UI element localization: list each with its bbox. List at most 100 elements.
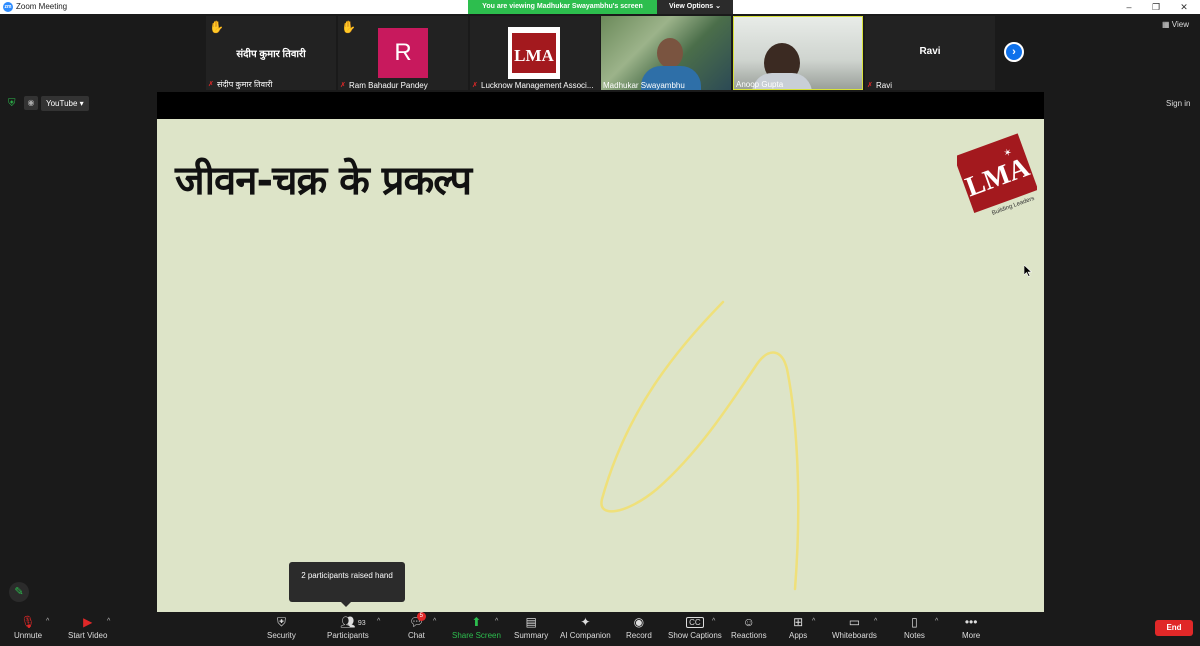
participants-caret-icon[interactable]: ^	[377, 618, 380, 625]
audio-options-caret-icon[interactable]: ^	[46, 618, 49, 625]
youtube-label: YouTube	[46, 99, 78, 108]
participant-name: Anoop Gupta	[736, 80, 784, 89]
view-options-label: View Options	[668, 3, 714, 10]
notes-label: Notes	[904, 631, 925, 640]
chat-icon: 💬︎ 5	[408, 612, 426, 629]
muted-mic-icon: ✗	[867, 81, 873, 89]
notes-button[interactable]: ▯ Notes	[904, 614, 925, 644]
view-label: View	[1171, 20, 1189, 29]
meeting-main-area: ✋ संदीप कुमार तिवारी ✗ संदीप कुमार तिवार…	[0, 14, 1200, 612]
raised-hand-icon: ✋	[209, 20, 224, 34]
reactions-label: Reactions	[731, 631, 767, 640]
participant-name: Madhukar Swayambhu	[603, 81, 685, 90]
unmute-button[interactable]: 🎙︎ Unmute	[14, 614, 42, 644]
whiteboards-caret-icon[interactable]: ^	[874, 618, 877, 625]
end-meeting-button[interactable]: End	[1155, 620, 1193, 636]
notes-caret-icon[interactable]: ^	[935, 618, 938, 625]
reactions-icon: ☺	[742, 615, 755, 629]
whiteboards-button[interactable]: ▭ Whiteboards	[832, 614, 877, 644]
svg-text:LMA: LMA	[514, 46, 554, 65]
next-page-arrow-icon[interactable]: ›	[1004, 42, 1024, 62]
security-label: Security	[267, 631, 296, 640]
summary-icon: ▤	[525, 615, 537, 629]
participant-center-name: संदीप कुमार तिवारी	[236, 49, 306, 60]
apps-caret-icon[interactable]: ^	[812, 618, 815, 625]
participant-name: संदीप कुमार तिवारी	[217, 80, 273, 89]
participants-button[interactable]: 👥︎ 93 Participants	[327, 614, 369, 644]
participant-video-tile[interactable]: Madhukar Swayambhu	[601, 16, 731, 90]
muted-mic-icon: ✗	[208, 80, 214, 88]
restore-icon[interactable]: ❐	[1149, 1, 1163, 13]
ai-companion-button[interactable]: ✦ AI Companion	[560, 614, 611, 644]
video-off-icon: ▶︎	[83, 615, 93, 629]
participant-tile[interactable]: Ravi ✗ Ravi	[865, 16, 995, 90]
person-head	[657, 38, 683, 68]
participant-name: Ram Bahadur Pandey	[349, 81, 428, 90]
record-label: Record	[626, 631, 652, 640]
reactions-button[interactable]: ☺ Reactions	[731, 614, 767, 644]
close-icon[interactable]: ✕	[1177, 1, 1191, 13]
view-button[interactable]: ▦ View	[1162, 20, 1189, 29]
participant-name-label: ✗ Ram Bahadur Pandey	[340, 81, 428, 90]
participant-tile[interactable]: ✋ संदीप कुमार तिवारी ✗ संदीप कुमार तिवार…	[206, 16, 336, 90]
participant-name-label: Madhukar Swayambhu	[603, 81, 685, 90]
view-options-button[interactable]: View Options ⌄	[657, 0, 733, 14]
whiteboards-label: Whiteboards	[832, 631, 877, 640]
more-label: More	[962, 631, 981, 640]
record-button[interactable]: ◉ Record	[626, 614, 652, 644]
more-dots-icon: •••	[964, 615, 978, 629]
avatar: R	[378, 28, 428, 78]
whiteboard-icon: ▭	[848, 615, 861, 629]
muted-mic-icon: ✗	[472, 81, 478, 89]
ai-companion-label: AI Companion	[560, 631, 611, 640]
chat-caret-icon[interactable]: ^	[433, 618, 436, 625]
participant-video-tile[interactable]: Anoop Gupta	[733, 16, 863, 90]
annotate-pencil-icon[interactable]: ✎	[9, 582, 29, 602]
share-banner: You are viewing Madhukar Swayambhu's scr…	[468, 0, 733, 14]
apps-button[interactable]: ⊞ Apps	[789, 614, 807, 644]
participant-center-name: Ravi	[919, 46, 941, 57]
share-screen-icon: ⬆︎	[471, 615, 482, 629]
minimize-icon[interactable]: –	[1122, 1, 1136, 13]
sign-in-link[interactable]: Sign in	[1166, 99, 1190, 108]
video-options-caret-icon[interactable]: ^	[107, 618, 110, 625]
share-screen-button[interactable]: ⬆︎ Share Screen	[452, 614, 501, 644]
participant-name: Ravi	[876, 81, 893, 90]
start-video-button[interactable]: ▶︎ Start Video	[68, 614, 107, 644]
show-captions-label: Show Captions	[668, 631, 722, 640]
chat-badge: 5	[416, 612, 426, 621]
youtube-live-dropdown[interactable]: YouTube ▾	[41, 96, 89, 111]
muted-mic-icon: 🎙︎	[20, 615, 36, 629]
muted-mic-icon: ✗	[340, 81, 346, 89]
participant-name-label: ✗ Lucknow Management Associ...	[472, 81, 594, 90]
security-button[interactable]: ⛨ Security	[267, 614, 296, 644]
summary-label: Summary	[514, 631, 549, 640]
unmute-label: Unmute	[14, 631, 43, 640]
captions-icon: CC	[686, 617, 704, 628]
live-stream-icon[interactable]: ◉	[24, 96, 38, 110]
mouse-cursor-icon	[1024, 265, 1032, 277]
captions-caret-icon[interactable]: ^	[712, 618, 715, 625]
security-shield-icon[interactable]: ⛨	[8, 98, 18, 109]
more-button[interactable]: ••• More	[962, 614, 980, 644]
raised-hand-tooltip: 2 participants raised hand	[289, 562, 405, 607]
ai-sparkle-icon: ✦	[580, 615, 591, 629]
lma-avatar-logo: LMA	[508, 27, 560, 79]
window-title: Zoom Meeting	[16, 2, 68, 11]
summary-button[interactable]: ▤ Summary	[514, 614, 548, 644]
participant-tile[interactable]: LMA ✗ Lucknow Management Associ...	[470, 16, 600, 90]
chat-label: Chat	[408, 631, 425, 640]
participants-icon: 👥︎ 93	[328, 614, 368, 630]
chat-button[interactable]: 💬︎ 5 Chat	[408, 612, 426, 644]
participant-name-label: ✗ संदीप कुमार तिवारी	[208, 79, 273, 90]
record-icon: ◉	[633, 615, 645, 629]
start-video-label: Start Video	[68, 631, 108, 640]
participant-tile[interactable]: ✋ R ✗ Ram Bahadur Pandey	[338, 16, 468, 90]
raised-hand-icon: ✋	[341, 20, 356, 34]
share-caret-icon[interactable]: ^	[495, 618, 498, 625]
participant-name: Lucknow Management Associ...	[481, 81, 594, 90]
shield-icon: ⛨	[276, 615, 286, 629]
participant-name-label: ✗ Ravi	[867, 81, 892, 90]
annotation-stroke	[600, 300, 800, 591]
participant-name-label: Anoop Gupta	[736, 80, 783, 89]
